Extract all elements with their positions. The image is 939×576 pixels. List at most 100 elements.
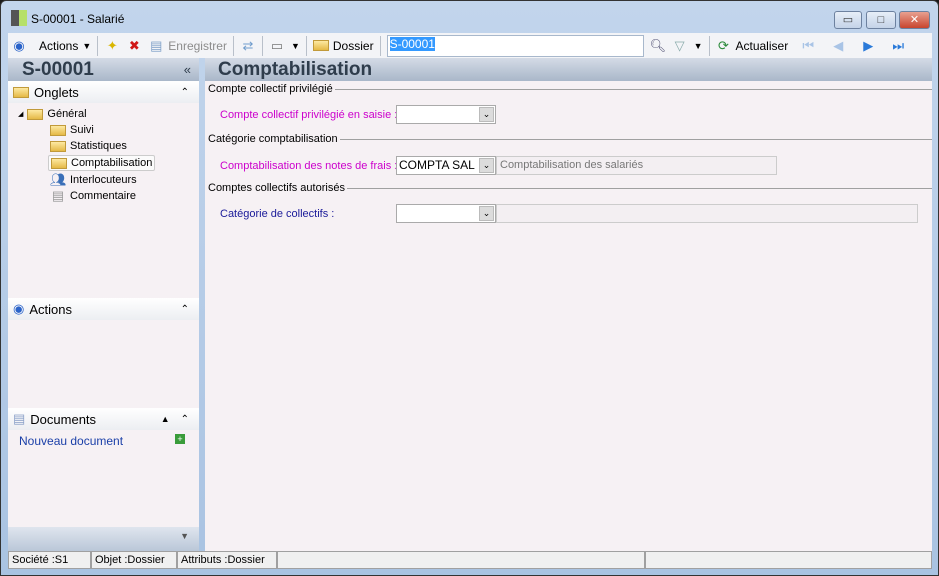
group-comptes-autorises: Comptes collectifs autorisés xyxy=(208,182,932,194)
field-label: Comptabilisation des notes de frais : xyxy=(220,160,398,172)
status-societe: Société :S1 xyxy=(8,551,91,569)
previous-record-icon[interactable]: ◀ xyxy=(830,38,846,54)
record-id: S-00001 xyxy=(22,58,94,80)
open-folder-icon xyxy=(51,157,67,169)
contacts-icon: 👥︎ xyxy=(50,172,67,187)
onglets-header[interactable]: Onglets ⌃ xyxy=(8,81,199,103)
panel-footer[interactable]: ▼ xyxy=(8,527,199,551)
expand-icon: ◢ xyxy=(18,111,24,118)
group-title: Compte collectif privilégié xyxy=(208,83,333,95)
tabs-tree: ◢ Général Suivi Statistiques Comptabilisa… xyxy=(8,103,199,293)
actions-area xyxy=(8,320,199,408)
actions-label: Actions xyxy=(39,38,79,53)
chevron-down-icon[interactable]: ▼ xyxy=(180,531,189,541)
group-categorie-comptabilisation: Catégorie comptabilisation xyxy=(208,133,932,145)
search-icon[interactable]: 🔍︎ xyxy=(650,38,667,54)
close-button[interactable]: ✕ xyxy=(899,11,930,29)
dossier-label: Dossier xyxy=(332,38,374,53)
filter-icon[interactable]: ▽ xyxy=(672,38,688,54)
field-label: Catégorie de collectifs : xyxy=(220,208,335,220)
actions-section-label: Actions xyxy=(29,301,72,317)
tree-label: Interlocuteurs xyxy=(70,174,137,186)
left-panel: S-00001 « Onglets ⌃ ◢ Général Suivi Statis… xyxy=(8,58,199,551)
next-record-icon[interactable]: ▶ xyxy=(860,38,876,54)
actions-menu[interactable]: Actions ▼ xyxy=(39,39,91,53)
tree-item-suivi[interactable]: Suivi xyxy=(50,124,94,136)
dropdown-icon[interactable]: ⌄ xyxy=(479,107,494,122)
dropdown-icon[interactable]: ⌄ xyxy=(479,158,494,173)
onglets-label: Onglets xyxy=(34,84,79,100)
dropdown-icon[interactable]: ⌄ xyxy=(479,206,494,221)
add-icon[interactable]: + xyxy=(175,434,185,444)
application-window: S-00001 - Salarié ▭ □ ✕ ◉ Actions ▼ ✦ ✖ ▤… xyxy=(0,0,939,576)
tree-item-commentaire[interactable]: ▤ Commentaire xyxy=(50,188,136,204)
search-value: S-00001 xyxy=(389,36,435,51)
target-icon[interactable]: ◉ xyxy=(11,38,27,54)
documents-header[interactable]: ▤ Documents ▲ ⌃ xyxy=(8,408,199,430)
print-dropdown-icon[interactable]: ▼ xyxy=(291,41,300,51)
separator xyxy=(305,35,307,56)
field-label: Compte collectif privilégié en saisie : xyxy=(220,109,398,121)
tree-label: Comptabilisation xyxy=(71,157,153,169)
resize-grip[interactable] xyxy=(645,551,932,569)
tree-item-statistiques[interactable]: Statistiques xyxy=(50,140,127,152)
collapse-icon[interactable]: ⌃ xyxy=(181,87,189,98)
maximize-button[interactable]: □ xyxy=(866,11,896,29)
page-title: Comptabilisation xyxy=(205,58,932,81)
new-document-row: Nouveau document + xyxy=(8,430,199,448)
first-record-icon[interactable]: ⏮ xyxy=(800,38,816,54)
actions-header[interactable]: ◉ Actions ⌃ xyxy=(8,298,199,320)
documents-label: Documents xyxy=(30,411,97,427)
group-title: Catégorie comptabilisation xyxy=(208,133,338,145)
minimize-button[interactable]: ▭ xyxy=(834,11,862,29)
document-icon: ▤ xyxy=(13,411,26,426)
status-empty xyxy=(277,551,645,569)
collapse-icon[interactable]: ⌃ xyxy=(181,414,189,425)
new-document-link[interactable]: Nouveau document xyxy=(19,434,123,448)
filter-dropdown-icon[interactable]: ▼ xyxy=(694,41,703,51)
collapse-panel-button[interactable]: « xyxy=(184,62,191,77)
new-icon[interactable]: ✦ xyxy=(104,38,120,54)
group-compte-collectif: Compte collectif privilégié xyxy=(208,83,932,95)
refresh-button[interactable]: ⟳ Actualiser xyxy=(716,37,788,54)
toolbar: ◉ Actions ▼ ✦ ✖ ▤ Enregistrer ⇄ ▭ ▼ Dossie… xyxy=(8,33,932,58)
last-record-icon[interactable]: ⏭ xyxy=(890,38,906,54)
folder-icon xyxy=(27,108,44,120)
save-button[interactable]: ▤ Enregistrer xyxy=(148,38,227,54)
folder-icon xyxy=(50,124,66,136)
main-panel: Comptabilisation Compte collectif privil… xyxy=(205,58,932,551)
separator xyxy=(708,35,710,56)
categorie-description xyxy=(496,204,918,223)
folder-icon xyxy=(312,40,329,51)
dossier-button[interactable]: Dossier xyxy=(312,38,374,53)
sync-icon[interactable]: ⇄ xyxy=(240,38,256,54)
record-header: S-00001 « xyxy=(8,58,199,81)
status-bar: Société :S1 Objet :Dossier Attributs :Do… xyxy=(8,551,932,569)
tree-label: Commentaire xyxy=(70,190,137,202)
search-input[interactable]: S-00001 xyxy=(386,34,644,57)
refresh-icon: ⟳ xyxy=(718,37,729,53)
window-title: S-00001 - Salarié xyxy=(31,12,125,26)
tree-item-interlocuteurs[interactable]: 👥︎ Interlocuteurs xyxy=(50,172,137,188)
folder-icon xyxy=(13,86,29,98)
separator xyxy=(97,35,99,56)
separator xyxy=(232,35,234,56)
tree-label: Statistiques xyxy=(70,140,127,152)
folder-icon xyxy=(50,140,66,152)
print-icon[interactable]: ▭ xyxy=(269,38,285,54)
tree-item-comptabilisation[interactable]: Comptabilisation xyxy=(48,155,156,171)
up-icon[interactable]: ▲ xyxy=(161,414,170,424)
app-icon xyxy=(11,10,27,26)
separator xyxy=(379,35,381,56)
delete-icon[interactable]: ✖ xyxy=(126,38,142,54)
group-title: Comptes collectifs autorisés xyxy=(208,182,345,194)
tree-label: Suivi xyxy=(70,124,94,136)
chevron-down-icon: ▼ xyxy=(82,40,92,51)
save-icon: ▤ xyxy=(150,37,163,53)
status-attributs: Attributs :Dossier xyxy=(177,551,277,569)
separator xyxy=(261,35,263,56)
tree-item-general[interactable]: ◢ Général xyxy=(18,108,87,120)
collapse-icon[interactable]: ⌃ xyxy=(181,304,189,315)
document-icon: ▤ xyxy=(51,188,65,203)
target-icon: ◉ xyxy=(13,301,25,316)
